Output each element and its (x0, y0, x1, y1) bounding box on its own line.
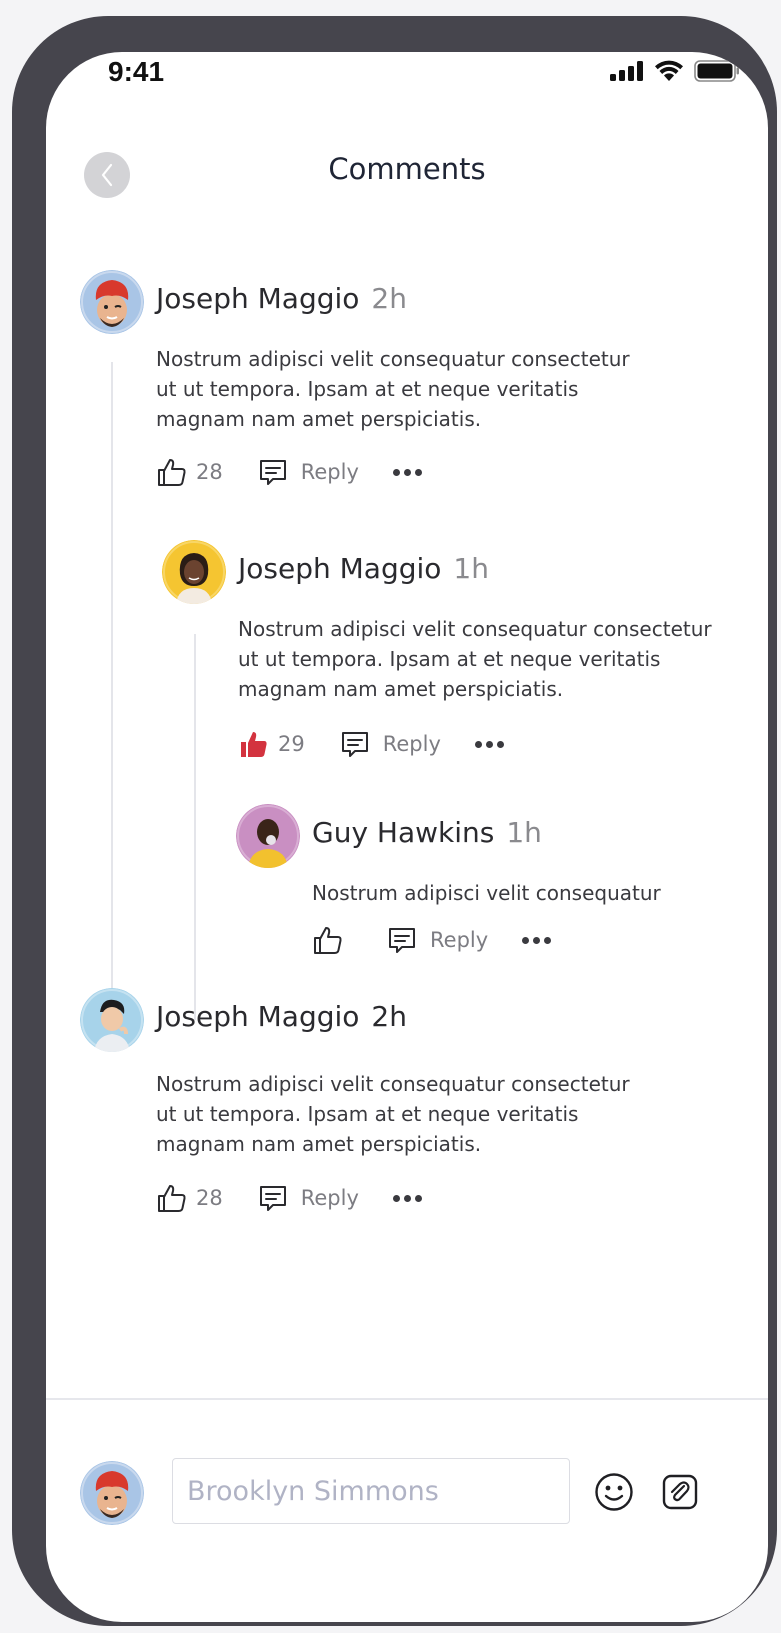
comment-time: 2h (371, 1000, 407, 1033)
avatar-photo-icon (162, 540, 226, 604)
reply-button[interactable]: Reply (386, 924, 488, 956)
like-count: 28 (196, 1186, 223, 1210)
avatar[interactable] (162, 540, 226, 604)
comment-text: Nostrum adipisci velit consequatur conse… (156, 347, 630, 431)
like-button-active[interactable]: 29 (238, 728, 305, 760)
composer-divider (46, 1398, 768, 1400)
comment-bubble-icon (259, 1186, 286, 1211)
avatar-memoji-icon (80, 270, 144, 334)
comment-text: Nostrum adipisci velit consequatur conse… (238, 617, 712, 701)
comment-time: 1h (506, 816, 542, 849)
reply-button[interactable]: Reply (339, 728, 441, 760)
more-options-icon[interactable] (522, 936, 552, 944)
device-frame: 9:41 Comments Joseph Maggio 2h Nostrum a… (12, 16, 777, 1626)
paperclip-icon (662, 1474, 698, 1510)
thread-line (111, 362, 113, 1050)
comment-author[interactable]: Joseph Maggio 2h (156, 1000, 407, 1033)
comment-actions: 28 Reply (156, 1180, 422, 1216)
reply-button[interactable]: Reply (257, 456, 359, 488)
comment-actions: 29 Reply (238, 726, 504, 762)
comment-author[interactable]: Joseph Maggio 1h (238, 552, 489, 585)
more-options-icon[interactable] (474, 740, 504, 748)
avatar[interactable] (236, 804, 300, 868)
avatar-photo-icon (80, 988, 144, 1052)
wifi-icon (655, 60, 683, 81)
thumbs-up-icon (158, 459, 186, 486)
comment-bubble-icon (259, 460, 286, 485)
like-button[interactable]: 28 (156, 1182, 223, 1214)
thread-line (194, 634, 196, 1020)
more-options-icon[interactable] (392, 468, 422, 476)
status-icons (610, 60, 740, 82)
comment-input[interactable] (172, 1458, 570, 1524)
like-button[interactable] (312, 924, 352, 956)
more-options-icon[interactable] (392, 1194, 422, 1202)
comment-actions: Reply (312, 922, 552, 958)
comment-bubble-icon (341, 732, 368, 757)
avatar-photo-icon (236, 804, 300, 868)
page-title: Comments (328, 152, 486, 186)
thumbs-up-filled-icon (241, 732, 267, 757)
like-count: 29 (278, 732, 305, 756)
comment-text: Nostrum adipisci velit consequatur conse… (156, 1072, 630, 1156)
avatar-memoji-icon (80, 1461, 144, 1525)
avatar[interactable] (80, 988, 144, 1052)
current-user-avatar[interactable] (80, 1461, 144, 1525)
reply-button[interactable]: Reply (257, 1182, 359, 1214)
like-button[interactable]: 28 (156, 456, 223, 488)
cellular-signal-icon (610, 61, 643, 81)
comment-time: 2h (371, 282, 407, 315)
smiley-icon (595, 1473, 633, 1511)
avatar[interactable] (80, 270, 144, 334)
like-count: 28 (196, 460, 223, 484)
screen: 9:41 Comments Joseph Maggio 2h Nostrum a… (46, 52, 768, 1622)
battery-icon (694, 60, 739, 82)
thumbs-up-icon (314, 927, 342, 954)
comment-author[interactable]: Guy Hawkins 1h (312, 816, 542, 849)
comment-time: 1h (453, 552, 489, 585)
comment-actions: 28 Reply (156, 454, 422, 490)
comment-text: Nostrum adipisci velit consequatur (312, 881, 661, 905)
comment-bubble-icon (389, 928, 415, 953)
emoji-button[interactable] (592, 1470, 636, 1514)
thumbs-up-icon (158, 1185, 186, 1212)
comment-author[interactable]: Joseph Maggio 2h (156, 282, 407, 315)
status-time: 9:41 (108, 56, 165, 87)
attach-button[interactable] (658, 1470, 702, 1514)
